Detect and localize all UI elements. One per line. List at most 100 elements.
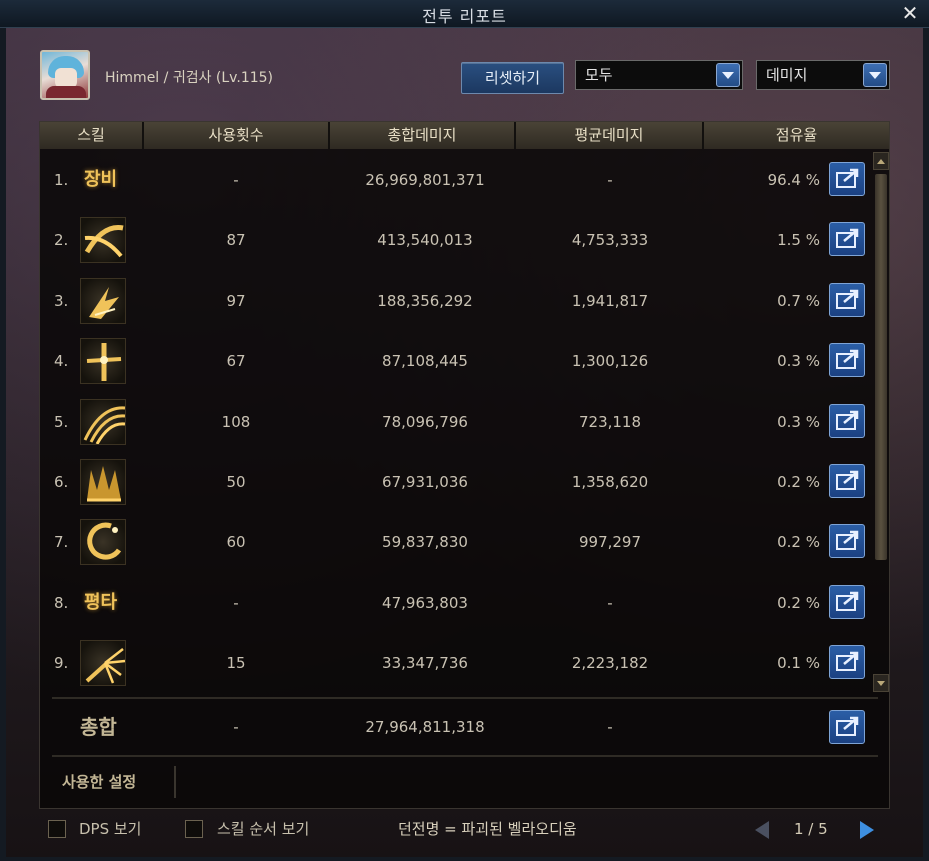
window-titlebar[interactable]: 전투 리포트 ✕ bbox=[0, 0, 929, 28]
share-button[interactable] bbox=[829, 403, 865, 438]
window-frame-bottom bbox=[0, 857, 929, 861]
row-avg-damage: 997,297 bbox=[578, 533, 642, 552]
row-total-damage: 59,837,830 bbox=[382, 533, 468, 552]
dps-label: DPS 보기 bbox=[79, 820, 142, 838]
row-rank: 2. bbox=[54, 231, 69, 250]
row-uses: 67 bbox=[226, 352, 246, 371]
table-body: 1. 장비 - 26,969,801,371 - 96.4 % 2. 87 413,540,01… bbox=[40, 150, 889, 694]
row-total-damage: 47,963,803 bbox=[382, 593, 468, 612]
header-skill: 스킬 bbox=[40, 122, 144, 149]
table-row: 2. 87 413,540,013 4,753,333 1.5 % bbox=[40, 210, 889, 270]
window-title: 전투 리포트 bbox=[422, 7, 507, 26]
scroll-up-arrow-icon[interactable] bbox=[873, 152, 889, 170]
row-uses: - bbox=[233, 171, 239, 189]
footer: DPS 보기 스킬 순서 보기 던전명 = 파괴된 벨라오디움 1 / 5 bbox=[0, 815, 929, 845]
header-avg-damage: 평균데미지 bbox=[516, 122, 704, 149]
close-icon[interactable]: ✕ bbox=[899, 2, 921, 24]
row-share: 0.1 % bbox=[777, 654, 820, 673]
cross-blade-icon bbox=[80, 338, 126, 385]
row-share: 0.2 % bbox=[777, 533, 820, 552]
share-button[interactable] bbox=[829, 282, 865, 317]
row-share: 1.5 % bbox=[777, 231, 820, 250]
page-next-icon[interactable] bbox=[856, 819, 878, 841]
table-row: 7. 60 59,837,830 997,297 0.2 % bbox=[40, 512, 889, 572]
share-button[interactable] bbox=[829, 463, 865, 498]
skill-order-checkbox[interactable] bbox=[185, 820, 203, 838]
row-rank: 9. bbox=[54, 654, 69, 673]
share-button[interactable] bbox=[829, 710, 865, 744]
row-total-damage: 188,356,292 bbox=[377, 291, 473, 310]
row-total-damage: 413,540,013 bbox=[377, 231, 473, 250]
share-button[interactable] bbox=[829, 584, 865, 619]
total-avg: - bbox=[607, 718, 613, 736]
settings-row: 사용한 설정 bbox=[52, 762, 878, 804]
row-rank: 3. bbox=[54, 291, 69, 310]
total-row: 총합 - 27,964,811,318 - bbox=[52, 697, 878, 757]
dps-checkbox[interactable] bbox=[48, 820, 66, 838]
row-total-damage: 87,108,445 bbox=[382, 352, 468, 371]
table-row: 8. 평타 - 47,963,803 - 0.2 % bbox=[40, 573, 889, 633]
crescent-slash-icon bbox=[80, 217, 126, 264]
row-share: 0.3 % bbox=[777, 412, 820, 431]
avatar bbox=[40, 50, 90, 100]
row-avg-damage: 1,941,817 bbox=[571, 291, 649, 310]
chevron-down-icon[interactable] bbox=[716, 63, 740, 87]
scrollbar[interactable] bbox=[873, 152, 889, 692]
table-row: 9. 15 33,347,736 2,223,182 0.1 % bbox=[40, 633, 889, 693]
row-share: 0.3 % bbox=[777, 352, 820, 371]
share-button[interactable] bbox=[829, 645, 865, 680]
table-row: 5. 108 78,096,796 723,118 0.3 % bbox=[40, 392, 889, 452]
table-header: 스킬 사용횟수 총합데미지 평균데미지 점유율 bbox=[40, 122, 889, 149]
filter-select[interactable]: 모두 bbox=[575, 60, 743, 90]
header-share: 점유율 bbox=[704, 122, 889, 149]
row-share: 96.4 % bbox=[767, 171, 820, 189]
page-prev-icon[interactable] bbox=[752, 819, 774, 841]
flame-wave-icon bbox=[80, 458, 126, 505]
scroll-thumb[interactable] bbox=[875, 174, 887, 560]
page-indicator: 1 / 5 bbox=[794, 820, 828, 838]
row-avg-damage: 4,753,333 bbox=[571, 231, 649, 250]
row-share: 0.2 % bbox=[777, 593, 820, 612]
spark-burst-icon bbox=[80, 640, 126, 687]
row-rank: 7. bbox=[54, 533, 69, 552]
share-button[interactable] bbox=[829, 343, 865, 378]
share-icon bbox=[836, 229, 859, 249]
share-icon bbox=[836, 591, 859, 611]
scroll-down-arrow-icon[interactable] bbox=[873, 674, 889, 692]
table-row: 4. 67 87,108,445 1,300,126 0.3 % bbox=[40, 331, 889, 391]
skill-name-text: 장비 bbox=[84, 169, 118, 190]
row-total-damage: 78,096,796 bbox=[382, 412, 468, 431]
row-rank: 4. bbox=[54, 352, 69, 371]
skill-order-label: 스킬 순서 보기 bbox=[217, 820, 310, 838]
row-rank: 1. bbox=[54, 171, 69, 189]
reset-button[interactable]: 리셋하기 bbox=[461, 62, 564, 94]
row-uses: 97 bbox=[226, 291, 246, 310]
share-button[interactable] bbox=[829, 162, 865, 196]
row-avg-damage: - bbox=[607, 171, 613, 189]
metric-select[interactable]: 데미지 bbox=[756, 60, 890, 90]
chevron-down-icon[interactable] bbox=[863, 63, 887, 87]
row-uses: 60 bbox=[226, 533, 246, 552]
share-icon bbox=[836, 410, 859, 430]
window-frame-right bbox=[923, 28, 929, 861]
moon-ring-icon bbox=[80, 519, 126, 566]
share-button[interactable] bbox=[829, 222, 865, 257]
share-button[interactable] bbox=[829, 524, 865, 559]
row-uses: 108 bbox=[221, 412, 251, 431]
fan-slash-icon bbox=[80, 398, 126, 445]
settings-label: 사용한 설정 bbox=[62, 773, 137, 791]
row-share: 0.2 % bbox=[777, 472, 820, 491]
row-avg-damage: 1,358,620 bbox=[571, 472, 649, 491]
table-row: 1. 장비 - 26,969,801,371 - 96.4 % bbox=[40, 150, 889, 210]
share-icon bbox=[836, 651, 859, 672]
burst-claw-icon bbox=[80, 277, 126, 324]
total-label: 총합 bbox=[80, 715, 117, 739]
row-uses: 50 bbox=[226, 472, 246, 491]
table-row: 3. 97 188,356,292 1,941,817 0.7 % bbox=[40, 271, 889, 331]
share-icon bbox=[836, 470, 859, 490]
player-name: Himmel / 귀검사 (Lv.115) bbox=[105, 70, 273, 86]
header-total-damage: 총합데미지 bbox=[330, 122, 516, 149]
row-avg-damage: - bbox=[607, 593, 613, 612]
filter-select-value: 모두 bbox=[585, 66, 613, 84]
row-rank: 6. bbox=[54, 472, 69, 491]
